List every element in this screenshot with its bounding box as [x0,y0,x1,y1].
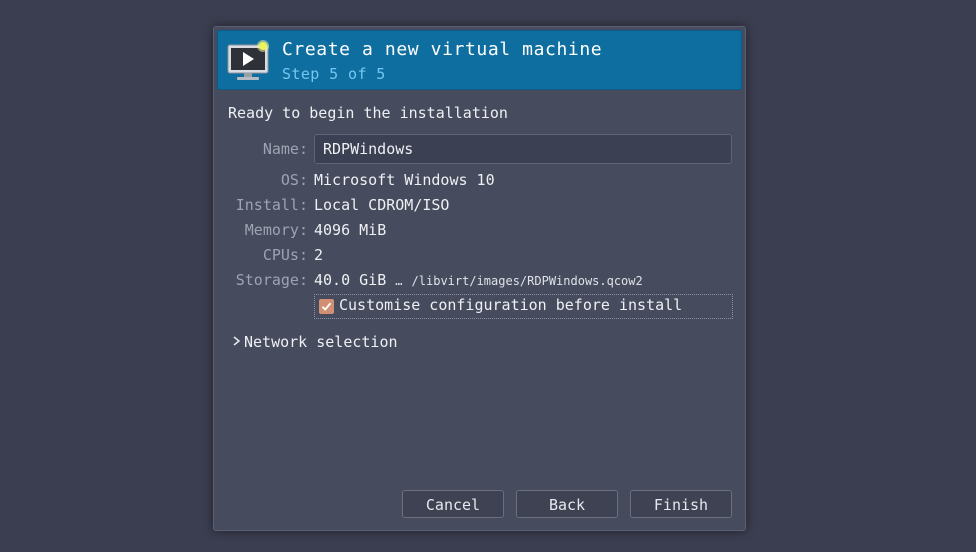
storage-path: /libvirt/images/RDPWindows.qcow2 [411,274,643,288]
storage-label: Storage: [235,271,308,289]
name-label: Name: [262,140,308,158]
cpus-value: 2 [314,246,324,264]
ready-heading: Ready to begin the installation [228,104,508,122]
network-selection-expander[interactable]: Network selection [230,333,398,353]
network-selection-label: Network selection [244,333,398,351]
step-indicator: Step 5 of 5 [282,65,386,83]
dialog-header: Create a new virtual machine Step 5 of 5 [217,30,742,90]
memory-label: Memory: [244,221,308,239]
dialog-title: Create a new virtual machine [282,39,603,60]
os-label: OS: [280,171,308,189]
storage-ellipsis: … [395,274,403,288]
customise-label[interactable]: Customise configuration before install [339,296,682,314]
chevron-right-icon [230,334,244,348]
customise-checkbox[interactable] [319,299,334,314]
customise-checkbox-row[interactable]: Customise configuration before install [314,294,733,319]
os-value: Microsoft Windows 10 [314,171,495,189]
monitor-play-icon [226,39,274,83]
vm-name-input[interactable] [314,134,732,164]
install-value: Local CDROM/ISO [314,196,450,214]
checkmark-icon [321,302,332,311]
storage-value: 40.0 GiB … /libvirt/images/RDPWindows.qc… [314,271,643,289]
cpus-label: CPUs: [262,246,308,264]
install-label: Install: [235,196,308,214]
finish-button[interactable]: Finish [630,490,732,518]
back-button[interactable]: Back [516,490,618,518]
cancel-button[interactable]: Cancel [402,490,504,518]
storage-size: 40.0 GiB [314,271,387,289]
new-vm-dialog: Create a new virtual machine Step 5 of 5… [213,26,746,531]
memory-value: 4096 MiB [314,221,387,239]
